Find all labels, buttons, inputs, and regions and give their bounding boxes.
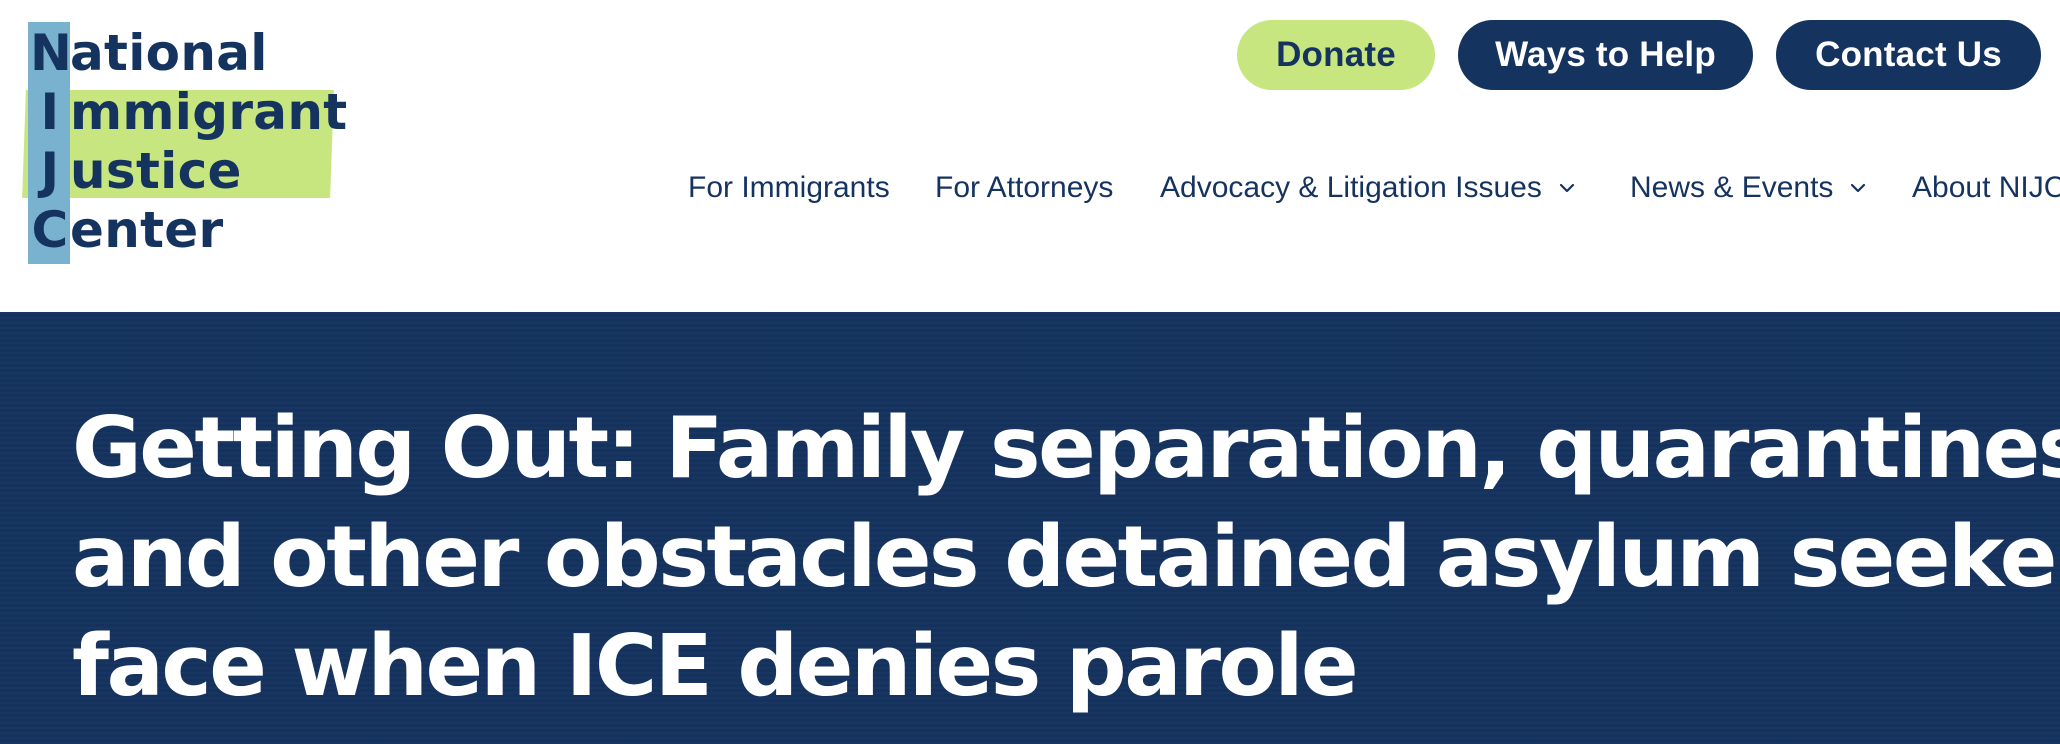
logo-line-national: National: [30, 24, 347, 83]
site-header: National Immigrant Justice Center Donate…: [0, 0, 2060, 312]
logo-word-rest: ational: [70, 24, 268, 82]
contact-us-button[interactable]: Contact Us: [1776, 20, 2041, 90]
logo-initial: I: [40, 83, 60, 141]
logo-word-rest: ustice: [70, 142, 242, 200]
nav-item-for-immigrants[interactable]: For Immigrants: [688, 165, 890, 211]
chevron-down-icon: [1559, 183, 1574, 193]
nav-item-label: Advocacy & Litigation Issues: [1160, 171, 1542, 204]
logo-initial: C: [31, 201, 69, 259]
chevron-down-icon: [1851, 183, 1866, 193]
logo-initial: N: [30, 24, 73, 82]
logo-line-justice: Justice: [30, 142, 347, 201]
page-title-line: Getting Out: Family separation, quaranti…: [72, 399, 2060, 498]
nav-item-advocacy-litigation-issues[interactable]: Advocacy & Litigation Issues: [1160, 165, 1575, 211]
page-title-line: face when ICE denies parole: [72, 617, 1359, 716]
nav-item-label: News & Events: [1630, 171, 1834, 204]
logo-wordmark: National Immigrant Justice Center: [30, 24, 347, 260]
nav-item-label: For Attorneys: [935, 171, 1114, 204]
logo-line-immigrant: Immigrant: [30, 83, 348, 142]
nijc-logo[interactable]: National Immigrant Justice Center: [22, 20, 347, 270]
nav-item-about-nijc[interactable]: About NIJC: [1912, 165, 2060, 211]
donate-button[interactable]: Donate: [1237, 20, 1435, 90]
logo-initial: J: [40, 142, 60, 200]
hero-banner: Getting Out: Family separation, quaranti…: [0, 312, 2060, 744]
page: National Immigrant Justice Center Donate…: [0, 0, 2060, 744]
logo-word-rest: mmigrant: [70, 83, 348, 141]
logo-line-center: Center: [30, 201, 347, 260]
main-nav: For Immigrants For Attorneys Advocacy & …: [688, 165, 2060, 211]
nav-item-label: About NIJC: [1912, 171, 2060, 204]
ways-to-help-button[interactable]: Ways to Help: [1458, 20, 1753, 90]
page-title-line: and other obstacles detained asylum seek…: [72, 508, 2060, 607]
page-title: Getting Out: Family separation, quaranti…: [72, 394, 2060, 721]
nav-item-label: For Immigrants: [688, 171, 890, 204]
logo-word-rest: enter: [70, 201, 224, 259]
nav-item-news-events[interactable]: News & Events: [1630, 165, 1866, 211]
nav-item-for-attorneys[interactable]: For Attorneys: [935, 165, 1113, 211]
